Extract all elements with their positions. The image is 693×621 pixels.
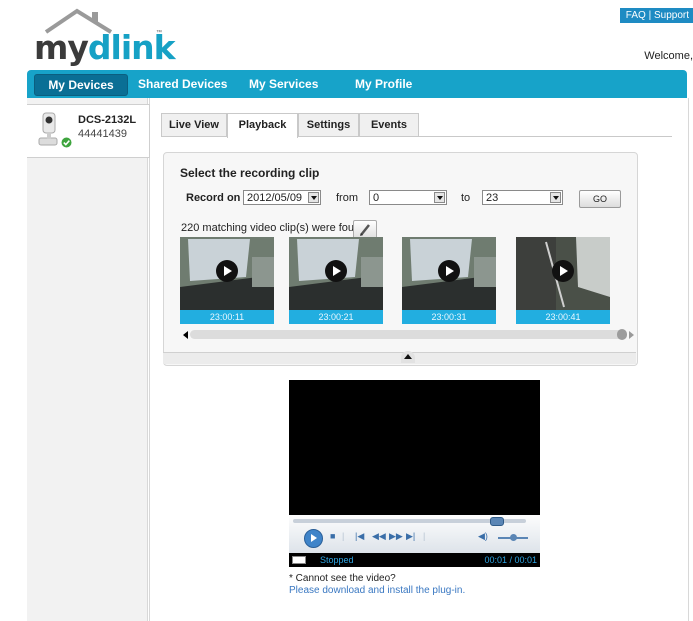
record-on-label: Record on — [186, 192, 241, 204]
to-label: to — [461, 192, 471, 204]
collapse-bar — [163, 352, 636, 364]
rewind-icon[interactable]: ◀◀ — [372, 531, 386, 542]
clip-time: 23:00:21 — [289, 310, 383, 324]
from-label: from — [336, 192, 358, 204]
to-hour-select[interactable]: 23 — [482, 190, 563, 205]
scroll-right-arrow-icon[interactable] — [629, 331, 634, 339]
cannot-see-video-text: * Cannot see the video? — [289, 573, 396, 584]
go-button[interactable]: GO — [579, 190, 621, 208]
play-icon — [325, 260, 347, 282]
from-hour-value: 0 — [373, 192, 380, 204]
chevron-down-icon — [434, 192, 445, 203]
trademark: ™ — [156, 30, 162, 36]
faq-link[interactable]: FAQ — [626, 10, 646, 21]
clip-thumbnail[interactable]: 23:00:21 — [289, 237, 383, 324]
clip-time: 23:00:31 — [402, 310, 496, 324]
logo-my-text: my — [34, 28, 89, 67]
fast-forward-icon[interactable]: ▶▶ — [389, 531, 403, 542]
camera-icon — [38, 112, 58, 146]
player-status: Stopped — [320, 555, 354, 565]
chevron-down-icon — [550, 192, 561, 203]
nav-shared-devices[interactable]: Shared Devices — [138, 70, 227, 98]
mydlink-logo[interactable]: mydlink ™ — [34, 8, 176, 67]
seek-handle[interactable] — [490, 517, 504, 526]
clip-scrollbar[interactable] — [190, 330, 626, 339]
player-time: 00:01 / 00:01 — [484, 555, 537, 565]
clip-scrollbar-thumb[interactable] — [617, 329, 627, 340]
nav-my-devices[interactable]: My Devices — [34, 74, 128, 96]
play-icon — [216, 260, 238, 282]
stop-icon[interactable]: ■ — [330, 531, 335, 541]
device-name: DCS-2132L — [78, 114, 137, 126]
from-hour-select[interactable]: 0 — [369, 190, 447, 205]
device-sidebar — [27, 98, 148, 621]
stop-status-icon — [292, 556, 306, 564]
tab-playback[interactable]: Playback — [227, 113, 298, 138]
date-select[interactable]: 2012/05/09 — [243, 190, 321, 205]
main-nav: My Devices Shared Devices My Services My… — [27, 70, 687, 98]
tab-live-view[interactable]: Live View — [161, 113, 227, 136]
nav-my-services[interactable]: My Services — [249, 70, 318, 98]
scroll-left-arrow-icon[interactable] — [183, 331, 188, 339]
tab-settings[interactable]: Settings — [298, 113, 359, 136]
support-link[interactable]: Support — [654, 10, 689, 21]
welcome-text: Welcome, — [644, 50, 693, 62]
clip-thumbnail[interactable]: 23:00:31 — [402, 237, 496, 324]
play-button[interactable] — [304, 529, 323, 548]
clip-time: 23:00:41 — [516, 310, 610, 324]
to-hour-value: 23 — [486, 192, 499, 204]
chevron-down-icon — [308, 192, 319, 203]
separator: | — [423, 531, 426, 541]
online-check-icon — [61, 137, 72, 148]
next-icon[interactable]: ▶| — [406, 531, 415, 542]
date-select-value: 2012/05/09 — [247, 192, 303, 204]
video-player-screen[interactable] — [289, 380, 540, 515]
volume-icon[interactable]: ◀) — [478, 531, 488, 542]
clip-thumbnail[interactable]: 23:00:41 — [516, 237, 610, 324]
collapse-panel-button[interactable] — [401, 351, 415, 363]
link-separator: | — [648, 10, 652, 21]
player-status-bar: Stopped 00:01 / 00:01 — [289, 553, 540, 567]
play-icon — [552, 260, 574, 282]
clip-section-title: Select the recording clip — [180, 166, 320, 180]
nav-my-profile[interactable]: My Profile — [355, 70, 412, 98]
device-id: 44441439 — [78, 128, 127, 140]
play-icon — [438, 260, 460, 282]
clip-thumbnail[interactable]: 23:00:11 — [180, 237, 274, 324]
separator: | — [342, 531, 345, 541]
install-plugin-link[interactable]: Please download and install the plug-in. — [289, 585, 465, 596]
tab-events[interactable]: Events — [359, 113, 419, 136]
device-tabs: Live View Playback Settings Events — [161, 113, 672, 138]
clip-count-text: 220 matching video clip(s) were found. — [181, 222, 370, 234]
clip-time: 23:00:11 — [180, 310, 274, 324]
previous-icon[interactable]: |◀ — [355, 531, 364, 542]
volume-handle[interactable] — [510, 534, 517, 541]
help-links: FAQ | Support — [619, 8, 693, 23]
